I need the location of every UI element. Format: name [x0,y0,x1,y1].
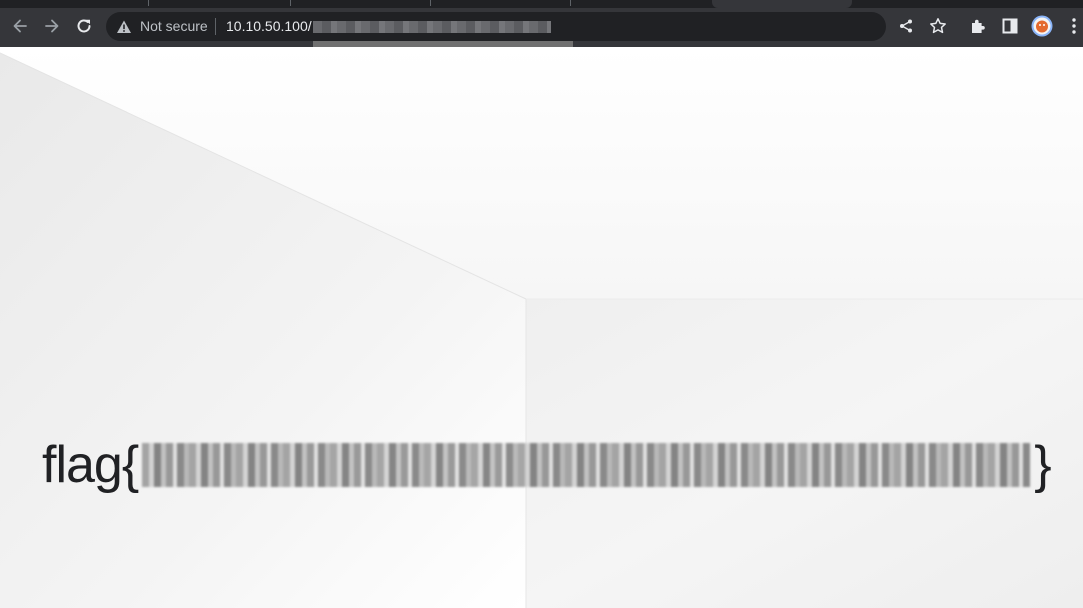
share-button[interactable] [895,15,917,37]
tab-active[interactable] [712,0,852,8]
warning-triangle-icon[interactable] [116,19,132,35]
url-path-redacted [313,21,551,33]
avatar [1031,15,1053,37]
star-icon [930,18,946,34]
kebab-menu-icon [1072,18,1076,34]
flag-prefix: flag{ [42,436,139,494]
tab-strip [0,0,1083,8]
bookmark-button[interactable] [927,15,949,37]
side-panel-icon [1002,18,1018,34]
security-status-label[interactable]: Not secure [140,18,208,34]
arrow-right-icon [45,19,59,33]
reload-icon [77,19,91,33]
flag-value-redacted [142,443,1031,487]
forward-button[interactable] [41,15,63,37]
tab-separator [148,0,149,6]
share-icon [900,19,912,33]
omnibox-divider [215,18,216,35]
browser-toolbar: Not secure 10.10.50.100/ [0,0,1083,47]
flag-suffix: } [1034,436,1051,494]
browser-window: Not secure 10.10.50.100/ flag{} [0,0,1083,608]
side-panel-button[interactable] [999,15,1021,37]
tab-separator [570,0,571,6]
tab-separator [290,0,291,6]
flag-text-line: flag{ } [42,435,1052,495]
puzzle-icon [972,19,985,33]
back-button[interactable] [9,15,31,37]
profile-button[interactable] [1031,15,1053,37]
url-text[interactable]: 10.10.50.100/ [226,18,312,34]
arrow-left-icon [13,19,27,33]
address-bar[interactable]: Not secure 10.10.50.100/ [106,12,886,41]
web-page-content: flag{ } [0,47,1083,608]
extensions-button[interactable] [967,15,989,37]
menu-button[interactable] [1063,15,1083,37]
room-corner-background [0,47,1083,608]
tab-separator [430,0,431,6]
reload-button[interactable] [73,15,95,37]
